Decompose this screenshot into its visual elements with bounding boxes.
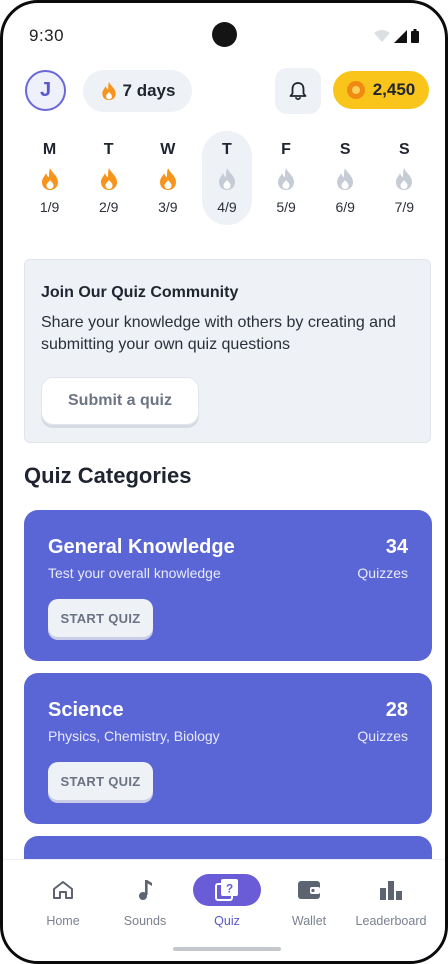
day-1: T 2/9 bbox=[79, 131, 138, 225]
day-3: T 4/9 bbox=[197, 131, 256, 225]
home-indicator bbox=[173, 947, 281, 951]
quiz-icon: ? bbox=[193, 874, 261, 906]
day-date: 3/9 bbox=[158, 199, 178, 215]
category-quiz-unit: Quizzes bbox=[357, 565, 408, 581]
flame-icon bbox=[101, 81, 116, 101]
category-description: Physics, Chemistry, Biology bbox=[48, 728, 220, 744]
nav-label: Quiz bbox=[214, 914, 240, 928]
category-card-science[interactable]: Science Physics, Chemistry, Biology 28 Q… bbox=[24, 673, 432, 824]
community-text: Share your knowledge with others by crea… bbox=[41, 314, 396, 353]
day-5: S 6/9 bbox=[316, 131, 375, 225]
nav-item-wallet[interactable]: Wallet bbox=[268, 874, 350, 928]
day-letter: M bbox=[42, 141, 57, 158]
leaderboard-icon bbox=[379, 874, 403, 906]
wifi-icon bbox=[374, 29, 390, 42]
streak-pill[interactable]: 7 days bbox=[83, 70, 192, 112]
category-name: Science bbox=[48, 699, 124, 721]
section-title: Quiz Categories bbox=[24, 463, 192, 488]
camera-cutout bbox=[212, 22, 237, 47]
submit-quiz-button[interactable]: Submit a quiz bbox=[41, 377, 199, 425]
phone-frame: 9:30 J 7 days 2,450 M 1/9 T 2/9 W 3/9 T 4/9 F 5/9… bbox=[0, 0, 448, 964]
wallet-icon bbox=[297, 874, 321, 906]
flame-icon bbox=[40, 167, 60, 191]
music-note-icon bbox=[136, 874, 154, 906]
nav-label: Sounds bbox=[123, 914, 167, 928]
category-quiz-count: 28 bbox=[385, 699, 408, 721]
bell-icon bbox=[289, 82, 307, 101]
flame-icon bbox=[276, 167, 296, 191]
category-card-general-knowledge[interactable]: General Knowledge Test your overall know… bbox=[24, 510, 432, 661]
flame-icon bbox=[335, 167, 355, 191]
start-quiz-button[interactable]: START QUIZ bbox=[48, 762, 153, 800]
notifications-button[interactable] bbox=[275, 68, 321, 114]
day-letter: T bbox=[222, 141, 232, 158]
nav-item-quiz[interactable]: ? Quiz bbox=[186, 874, 268, 928]
status-icons bbox=[374, 29, 419, 43]
category-description: Test your overall knowledge bbox=[48, 565, 221, 581]
flame-icon bbox=[158, 167, 178, 191]
signal-icon bbox=[394, 29, 407, 43]
day-date: 1/9 bbox=[39, 199, 60, 215]
day-date: 6/9 bbox=[335, 199, 355, 215]
day-0: M 1/9 bbox=[20, 131, 79, 225]
community-card: Join Our Quiz Community Share your knowl… bbox=[24, 259, 431, 443]
svg-text:?: ? bbox=[226, 882, 233, 896]
weekly-streak: M 1/9 T 2/9 W 3/9 T 4/9 F 5/9 S 6/9 S 7/9 bbox=[20, 131, 434, 225]
coins-balance[interactable]: 2,450 bbox=[333, 71, 429, 109]
day-date: 5/9 bbox=[276, 199, 296, 215]
community-title: Join Our Quiz Community bbox=[41, 284, 239, 301]
coins-value: 2,450 bbox=[372, 80, 416, 99]
day-letter: T bbox=[103, 141, 114, 158]
flame-icon bbox=[217, 167, 237, 191]
coin-icon bbox=[346, 81, 365, 99]
battery-icon bbox=[411, 29, 419, 43]
day-letter: F bbox=[281, 141, 291, 158]
day-date: 4/9 bbox=[217, 199, 237, 215]
flame-icon bbox=[99, 167, 119, 191]
nav-label: Wallet bbox=[291, 914, 327, 928]
nav-item-home[interactable]: Home bbox=[22, 874, 104, 928]
category-quiz-unit: Quizzes bbox=[357, 728, 408, 744]
nav-label: Leaderboard bbox=[355, 914, 427, 928]
avatar[interactable]: J bbox=[25, 70, 66, 111]
nav-label: Home bbox=[46, 914, 80, 928]
category-name: General Knowledge bbox=[48, 536, 235, 558]
day-letter: S bbox=[339, 141, 351, 158]
flame-icon bbox=[394, 167, 414, 191]
day-letter: S bbox=[398, 141, 410, 158]
nav-item-leaderboard[interactable]: Leaderboard bbox=[350, 874, 432, 928]
status-time: 9:30 bbox=[29, 26, 65, 45]
day-4: F 5/9 bbox=[257, 131, 316, 225]
category-quiz-count: 34 bbox=[385, 536, 408, 558]
day-6: S 7/9 bbox=[375, 131, 434, 225]
streak-label: 7 days bbox=[122, 81, 176, 100]
home-icon bbox=[52, 874, 74, 906]
day-date: 7/9 bbox=[394, 199, 415, 215]
day-2: W 3/9 bbox=[138, 131, 197, 225]
start-quiz-button[interactable]: START QUIZ bbox=[48, 599, 153, 637]
day-letter: W bbox=[160, 141, 176, 158]
day-date: 2/9 bbox=[98, 199, 119, 215]
nav-item-sounds[interactable]: Sounds bbox=[104, 874, 186, 928]
